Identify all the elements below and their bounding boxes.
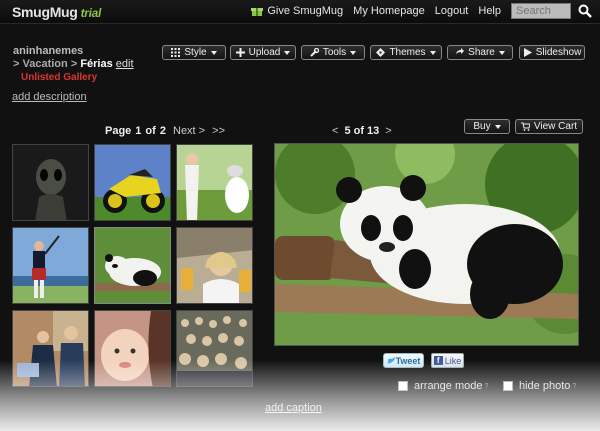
help-mark[interactable]: ?: [485, 383, 489, 390]
thumbnail-oktoberfest[interactable]: [176, 227, 253, 304]
breadcrumb-sep: >: [70, 58, 78, 70]
breadcrumb-sep: >: [13, 58, 20, 70]
panda-photo: [95, 228, 170, 303]
logout-link[interactable]: Logout: [435, 5, 469, 17]
chevron-down-icon: [350, 50, 357, 55]
next-page-link[interactable]: Next >: [173, 125, 205, 137]
thumbnail-baby[interactable]: [94, 310, 171, 387]
view-cart-button[interactable]: View Cart: [515, 119, 583, 134]
page-label: Page: [105, 125, 132, 137]
last-page-link[interactable]: >>: [212, 125, 225, 137]
thumbnail-crowd[interactable]: [176, 310, 253, 387]
panda-main-photo: [275, 144, 578, 345]
page-of: of: [145, 125, 156, 137]
upload-button[interactable]: Upload: [230, 45, 296, 60]
thumbnail-panda[interactable]: [94, 227, 171, 304]
share-button[interactable]: Share: [447, 45, 513, 60]
photo-position: 5 of 13: [344, 125, 380, 137]
page-total: 2: [159, 125, 166, 137]
facebook-icon: f: [433, 356, 443, 365]
add-description-link[interactable]: add description: [12, 91, 87, 103]
chevron-down-icon: [284, 50, 291, 55]
motorcycle-photo: [95, 145, 170, 220]
themes-button[interactable]: Themes: [370, 45, 442, 60]
logo-text: SmugMug: [12, 4, 78, 20]
breadcrumb-category[interactable]: Vacation: [23, 58, 68, 70]
arrange-mode-checkbox[interactable]: [398, 381, 408, 391]
thumbnail-motorcycle[interactable]: [94, 144, 171, 221]
arrange-mode-label: arrange mode: [414, 380, 483, 392]
wrench-icon: [310, 48, 319, 57]
view-cart-label: View Cart: [533, 121, 578, 132]
baby-photo: [95, 311, 170, 386]
share-label: Share: [468, 47, 495, 58]
add-caption-link[interactable]: add caption: [265, 402, 322, 414]
top-nav: Give SmugMug My Homepage Logout Help: [241, 3, 592, 19]
help-link[interactable]: Help: [478, 5, 501, 17]
plus-icon: [235, 48, 245, 57]
facebook-like-button[interactable]: f Like: [431, 353, 464, 368]
top-bar: SmugMug trial Give SmugMug My Homepage Lo…: [0, 0, 600, 24]
thumbnail-laptop[interactable]: [12, 310, 89, 387]
grid-icon: [171, 48, 181, 57]
oktoberfest-photo: [177, 228, 252, 303]
tools-label: Tools: [322, 47, 347, 58]
photo-navigation: <5 of 13 >: [332, 125, 392, 137]
play-icon: [523, 48, 532, 57]
style-button[interactable]: Style: [162, 45, 226, 60]
alien-photo: [13, 145, 88, 220]
give-smugmug-label: Give SmugMug: [267, 4, 344, 17]
crowd-photo: [177, 311, 252, 386]
slideshow-button[interactable]: Slideshow: [519, 45, 585, 60]
breadcrumb: aninhanemes > Vacation > Férias edit: [13, 45, 134, 71]
thumbnail-bagpiper[interactable]: [12, 227, 89, 304]
hide-photo-option[interactable]: hide photo?: [503, 380, 576, 392]
help-mark[interactable]: ?: [572, 383, 576, 390]
tools-button[interactable]: Tools: [301, 45, 365, 60]
unlisted-gallery-badge: Unlisted Gallery: [21, 72, 98, 83]
style-label: Style: [184, 47, 207, 58]
main-photo[interactable]: [274, 143, 579, 346]
tweet-label: Tweet: [395, 355, 421, 366]
twitter-bird-icon: [386, 356, 395, 363]
buy-label: Buy: [473, 121, 491, 132]
like-label: Like: [444, 355, 462, 366]
trial-badge: trial: [80, 6, 102, 20]
search-icon[interactable]: [578, 4, 592, 18]
breadcrumb-gallery: Férias: [80, 58, 113, 70]
edit-gallery-link[interactable]: edit: [116, 58, 134, 70]
bagpiper-photo: [13, 228, 88, 303]
breadcrumb-user[interactable]: aninhanemes: [13, 45, 134, 58]
themes-icon: [376, 48, 386, 57]
page-current: 1: [135, 125, 142, 137]
thumbnail-alien[interactable]: [12, 144, 89, 221]
give-smugmug-link[interactable]: Give SmugMug: [251, 5, 343, 17]
buy-button[interactable]: Buy: [464, 119, 510, 134]
slideshow-label: Slideshow: [535, 47, 582, 58]
smugmug-logo[interactable]: SmugMug trial: [12, 4, 101, 20]
hide-photo-label: hide photo: [519, 380, 571, 392]
chevron-down-icon: [494, 124, 501, 129]
chevron-down-icon: [210, 50, 217, 55]
cart-icon: [520, 122, 530, 131]
hide-photo-checkbox[interactable]: [503, 381, 513, 391]
themes-label: Themes: [389, 47, 426, 58]
chevron-down-icon: [498, 50, 505, 55]
wedding-photo: [177, 145, 252, 220]
thumbnail-wedding[interactable]: [176, 144, 253, 221]
tweet-button[interactable]: Tweet: [383, 353, 424, 368]
share-icon: [456, 48, 465, 54]
search-input[interactable]: [511, 3, 571, 19]
upload-label: Upload: [248, 47, 281, 58]
gallery-pagination: Page 1 of 2 Next > >>: [105, 125, 229, 137]
next-photo-link[interactable]: >: [385, 125, 391, 137]
my-homepage-link[interactable]: My Homepage: [353, 5, 425, 17]
reflection-fade: [0, 360, 600, 431]
arrange-mode-option[interactable]: arrange mode?: [398, 380, 488, 392]
chevron-down-icon: [429, 50, 436, 55]
laptop-photo: [13, 311, 88, 386]
prev-photo-link[interactable]: <: [332, 125, 338, 137]
gift-icon: [251, 8, 264, 17]
